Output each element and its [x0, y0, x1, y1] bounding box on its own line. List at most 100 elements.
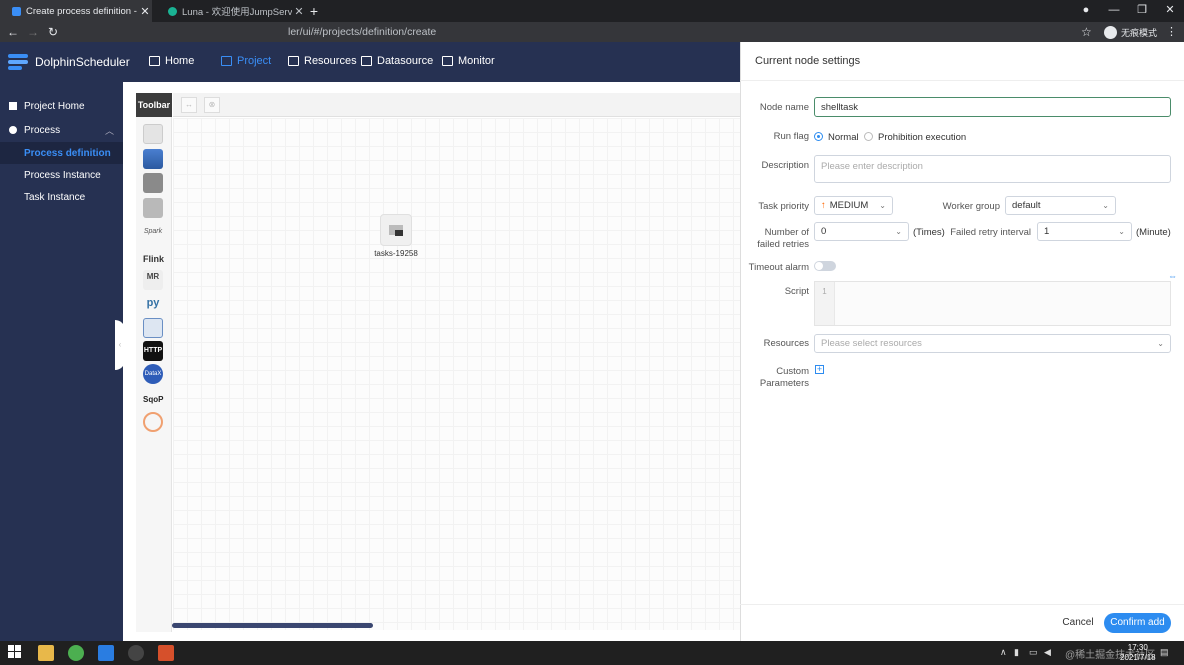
chevron-down-icon: ⌄	[1102, 201, 1109, 210]
dag-canvas[interactable]	[173, 118, 740, 630]
mr-icon[interactable]: MR	[143, 270, 163, 290]
script-editor[interactable]: 1	[814, 281, 1171, 326]
chevron-down-icon: ⌄	[895, 227, 902, 236]
worker-group-value: default	[1012, 200, 1041, 211]
notification-icon[interactable]: ▤	[1160, 647, 1169, 658]
run-flag-prohibition-radio[interactable]	[864, 132, 873, 141]
app-icon[interactable]	[98, 645, 114, 661]
nav-datasource[interactable]: Datasource	[361, 55, 433, 67]
drawer-title: Current node settings	[755, 55, 861, 67]
drawer-footer-divider	[740, 604, 1184, 605]
spark-icon[interactable]: Spark	[143, 222, 163, 242]
node-name-input[interactable]: shelltask	[814, 97, 1171, 117]
nav-label: Resources	[304, 55, 357, 67]
retry-interval-select[interactable]: 1 ⌄	[1037, 222, 1132, 241]
cancel-button[interactable]: Cancel	[1058, 613, 1098, 633]
resources-select[interactable]: Please select resources ⌄	[814, 334, 1171, 353]
resize-handle-icon[interactable]: ⇔	[1168, 271, 1177, 281]
app-icon[interactable]	[128, 645, 144, 661]
shell-icon[interactable]	[143, 124, 163, 144]
new-tab-button[interactable]: +	[307, 1, 321, 21]
nav-label: Datasource	[377, 55, 434, 67]
run-flag-normal-radio[interactable]	[814, 132, 823, 141]
dag-task-node[interactable]	[380, 214, 412, 246]
monitor-icon	[442, 56, 453, 66]
network-icon[interactable]: ▭	[1029, 647, 1038, 658]
chevron-down-icon: ⌄	[1157, 339, 1164, 348]
sub-process-icon[interactable]	[143, 149, 163, 169]
http-icon[interactable]: HTTP	[143, 341, 163, 361]
bookmark-star-icon[interactable]: ☆	[1081, 22, 1092, 42]
timeout-alarm-toggle[interactable]	[814, 261, 836, 271]
run-flag-prohibition-label[interactable]: Prohibition execution	[878, 132, 966, 143]
sidebar-item-process-definition[interactable]: Process definition	[0, 142, 123, 164]
tab-title: Luna - 欢迎使用JumpServer开源	[182, 7, 292, 18]
sidebar-item-task-instance[interactable]: Task Instance	[0, 186, 123, 208]
canvas-horizontal-scrollbar[interactable]	[172, 623, 373, 628]
sidebar: Project Home Process ︿ Process definitio…	[0, 82, 123, 641]
link-tool-icon[interactable]: ↔	[181, 97, 197, 113]
forward-icon[interactable]: →	[24, 22, 42, 42]
task-priority-label: Task priority	[758, 201, 809, 212]
dolphinscheduler-favicon-icon	[12, 6, 21, 16]
python-icon[interactable]: py	[143, 293, 163, 313]
description-placeholder: Please enter description	[821, 161, 923, 172]
delete-tool-icon[interactable]: ⊗	[204, 97, 220, 113]
dependent-icon[interactable]	[143, 318, 163, 338]
datax-icon[interactable]: DataX	[143, 364, 163, 384]
reload-icon[interactable]: ↻	[44, 22, 62, 42]
node-name-value: shelltask	[821, 101, 858, 113]
failed-retries-label: Number of failed retries	[757, 227, 809, 250]
nav-home[interactable]: Home	[149, 55, 194, 67]
failed-retries-select[interactable]: 0 ⌄	[814, 222, 909, 241]
nav-project[interactable]: Project	[221, 55, 271, 67]
sql-icon[interactable]	[143, 198, 163, 218]
script-label: Script	[784, 286, 809, 297]
nav-monitor[interactable]: Monitor	[442, 55, 495, 67]
description-textarea[interactable]: Please enter description	[814, 155, 1171, 183]
tray-chevron-icon[interactable]: ∧	[1000, 647, 1007, 658]
drawer-divider	[740, 80, 1184, 81]
close-tab-icon[interactable]: ✕	[292, 5, 306, 18]
line-number: 1	[815, 282, 835, 325]
app-brand[interactable]: DolphinScheduler	[35, 55, 130, 69]
powerpoint-icon[interactable]	[158, 645, 174, 661]
canvas-toolbar: ↔ ⊗	[173, 93, 740, 117]
windows-start-icon[interactable]	[8, 645, 24, 661]
worker-group-select[interactable]: default ⌄	[1005, 196, 1116, 215]
node-name-label: Node name	[759, 102, 809, 113]
sidebar-item-label: Process Instance	[24, 169, 101, 181]
file-explorer-icon[interactable]	[38, 645, 54, 661]
flink-icon[interactable]: Flink	[143, 246, 164, 266]
conditions-icon[interactable]	[143, 412, 163, 432]
browser-tab-active[interactable]: Create process definition - Do ✕	[0, 0, 152, 22]
add-parameter-icon[interactable]: +	[815, 365, 824, 374]
volume-icon[interactable]: ◀	[1044, 647, 1051, 658]
windows-taskbar: ∧ ▮ ▭ ◀ 17:30 2021/7/18 ▤	[0, 641, 1184, 665]
sidebar-collapse-handle[interactable]: ‹	[115, 320, 125, 370]
sidebar-item-process-instance[interactable]: Process Instance	[0, 164, 123, 186]
chrome-icon[interactable]	[68, 645, 84, 661]
sqoop-icon[interactable]: SqoP	[143, 390, 163, 410]
confirm-add-button[interactable]: Confirm add	[1104, 613, 1171, 633]
browser-tab-luna[interactable]: Luna - 欢迎使用JumpServer开源 ✕	[156, 0, 306, 22]
nav-resources[interactable]: Resources	[288, 55, 357, 67]
sidebar-item-process[interactable]: Process ︿	[0, 119, 123, 141]
failed-retries-unit: (Times)	[913, 227, 945, 238]
maximize-icon[interactable]: ❐	[1128, 0, 1156, 22]
procedure-icon[interactable]	[143, 173, 163, 193]
home-icon	[149, 56, 160, 66]
extension-icon[interactable]: ●	[1072, 0, 1100, 22]
nav-label: Monitor	[458, 55, 495, 67]
run-flag-normal-label[interactable]: Normal	[828, 132, 859, 143]
minimize-icon[interactable]: —	[1100, 0, 1128, 22]
back-icon[interactable]: ←	[4, 22, 22, 42]
url-field[interactable]: ler/ui/#/projects/definition/create	[288, 22, 436, 42]
close-tab-icon[interactable]: ✕	[138, 5, 152, 18]
close-window-icon[interactable]: ✕	[1156, 0, 1184, 22]
microphone-icon[interactable]: ▮	[1014, 647, 1019, 658]
incognito-profile[interactable]: 无痕模式	[1104, 24, 1157, 40]
sidebar-item-project-home[interactable]: Project Home	[0, 95, 123, 117]
browser-menu-icon[interactable]: ⋮	[1166, 22, 1177, 42]
task-priority-select[interactable]: ↑ MEDIUM ⌄	[814, 196, 893, 215]
